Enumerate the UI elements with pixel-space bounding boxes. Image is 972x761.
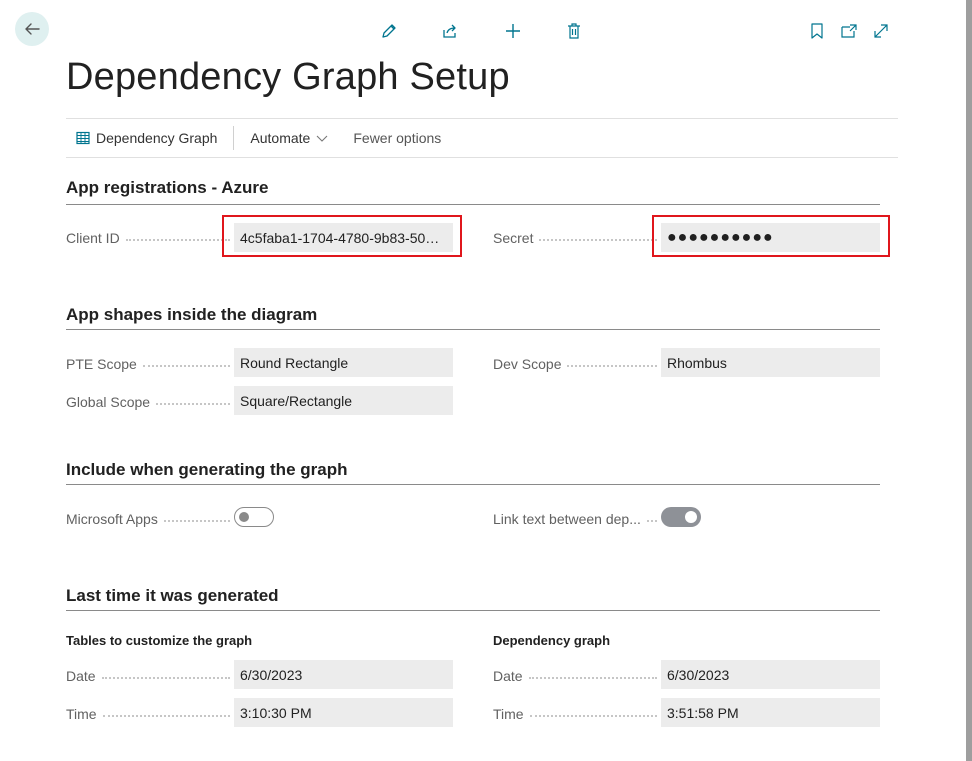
section-title-last-generated: Last time it was generated [66,586,279,605]
automate-label: Automate [250,130,311,146]
dependency-graph-action[interactable]: Dependency Graph [76,126,217,150]
tables-date-field[interactable]: 6/30/2023 [234,660,453,689]
graph-time-field[interactable]: 3:51:58 PM [661,698,880,727]
share-button[interactable] [437,18,463,44]
new-button[interactable] [500,18,526,44]
pte-scope-field[interactable]: Round Rectangle [234,348,453,377]
action-bar-divider [233,126,235,150]
section-divider [66,204,880,205]
open-in-new-window-icon [841,24,857,38]
section-divider [66,484,880,485]
dependency-graph-label: Dependency Graph [96,130,218,146]
tables-date-label: Date [66,666,230,686]
fewer-options-label: Fewer options [353,130,442,146]
chevron-down-icon [316,135,328,142]
secret-highlight [652,215,890,257]
tables-time-label: Time [66,704,230,724]
fewer-options-button[interactable]: Fewer options [353,126,441,150]
pte-scope-label: PTE Scope [66,354,230,374]
section-divider [66,610,880,611]
scrollbar[interactable] [966,0,972,761]
secret-label: Secret [493,228,657,248]
graph-time-label: Time [493,704,657,724]
delete-button[interactable] [561,18,587,44]
link-text-toggle[interactable] [661,507,701,527]
expand-button[interactable] [868,18,894,44]
dev-scope-field[interactable]: Rhombus [661,348,880,377]
open-new-window-button[interactable] [836,18,862,44]
table-icon [76,131,90,145]
global-scope-field[interactable]: Square/Rectangle [234,386,453,415]
bookmark-button[interactable] [804,18,830,44]
graph-date-label: Date [493,666,657,686]
expand-icon [874,24,888,38]
share-icon [443,24,456,38]
section-title-app-shapes: App shapes inside the diagram [66,305,318,324]
graph-date-field[interactable]: 6/30/2023 [661,660,880,689]
pencil-icon [382,24,396,38]
dev-scope-label: Dev Scope [493,354,657,374]
tables-time-field[interactable]: 3:10:30 PM [234,698,453,727]
bookmark-icon [811,23,823,39]
link-text-label: Link text between dep... [493,509,657,529]
page-title: Dependency Graph Setup [66,56,510,98]
tables-group-heading: Tables to customize the graph [66,633,253,648]
global-scope-label: Global Scope [66,392,230,412]
microsoft-apps-toggle[interactable] [234,507,274,527]
automate-menu[interactable]: Automate [250,126,335,150]
back-button[interactable] [15,12,49,46]
client-id-highlight [222,215,462,257]
graph-group-heading: Dependency graph [493,633,611,648]
section-title-app-registrations: App registrations - Azure [66,178,269,197]
scrollbar-thumb[interactable] [966,0,972,761]
arrow-left-icon [25,23,40,35]
client-id-label: Client ID [66,228,230,248]
plus-icon [506,24,520,38]
trash-icon [568,23,580,39]
section-divider [66,329,880,330]
microsoft-apps-label: Microsoft Apps [66,509,230,529]
edit-button[interactable] [376,18,402,44]
section-title-include: Include when generating the graph [66,460,348,479]
action-bar: Dependency Graph Automate Fewer options [66,118,898,158]
